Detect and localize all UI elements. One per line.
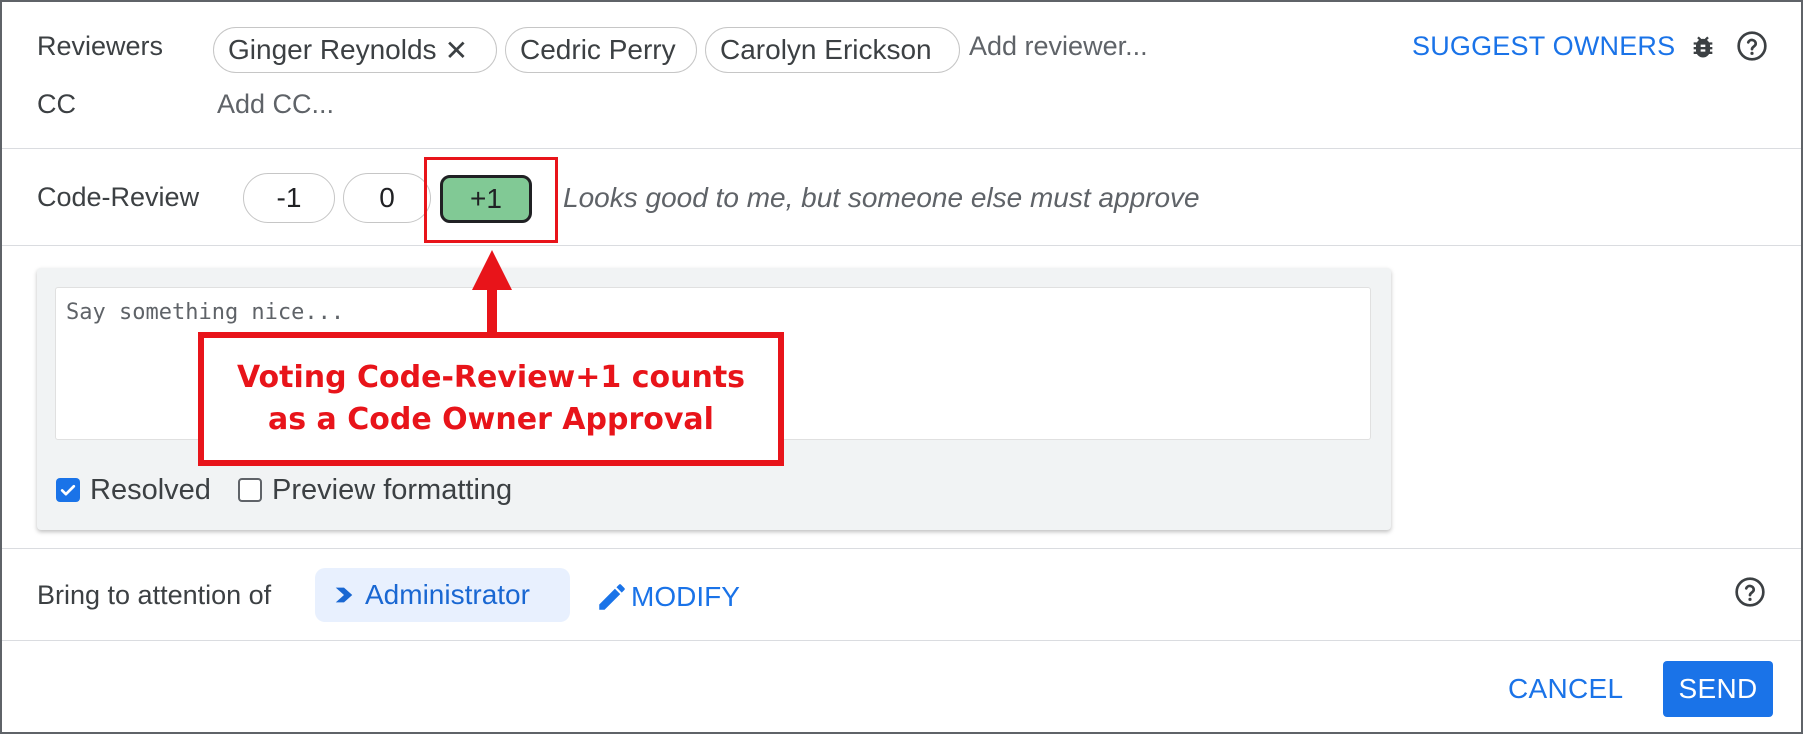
attention-user-name: Administrator	[365, 579, 530, 610]
attention-arrow-icon	[335, 587, 353, 603]
add-cc-input[interactable]: Add CC...	[217, 89, 334, 120]
vote-zero-button[interactable]: 0	[343, 173, 431, 223]
reviewer-chip-cedric-perry[interactable]: Cedric Perry	[505, 27, 697, 73]
modify-label: MODIFY	[631, 581, 740, 612]
reviewer-chip-name: Carolyn Erickson	[720, 34, 932, 65]
divider	[2, 245, 1801, 246]
remove-reviewer-icon[interactable]: ✕	[445, 34, 468, 67]
help-icon[interactable]	[1735, 29, 1769, 63]
divider	[2, 548, 1801, 549]
attention-user-chip[interactable]: Administrator	[315, 568, 570, 622]
modify-attention-button[interactable]: MODIFY	[595, 580, 740, 614]
cc-label: CC	[37, 89, 76, 119]
reviewer-chip-ginger-reynolds[interactable]: Ginger Reynolds ✕	[213, 27, 497, 73]
suggest-owners-button[interactable]: SUGGEST OWNERS	[1412, 31, 1675, 62]
resolved-checkbox[interactable]	[56, 478, 80, 502]
bug-icon[interactable]	[1688, 32, 1718, 62]
annotation-callout: Voting Code-Review+1 counts as a Code Ow…	[198, 332, 784, 466]
annotation-line-1: Voting Code-Review+1 counts	[236, 360, 746, 395]
annotation-arrow-icon	[472, 250, 512, 340]
attention-label: Bring to attention of	[37, 580, 272, 610]
resolved-label[interactable]: Resolved	[90, 474, 211, 507]
divider	[2, 148, 1801, 149]
add-reviewer-input[interactable]: Add reviewer...	[969, 31, 1148, 62]
attention-help-icon[interactable]	[1733, 575, 1767, 609]
comment-placeholder: Say something nice...	[66, 300, 345, 325]
vote-description: Looks good to me, but someone else must …	[563, 182, 1200, 213]
annotation-highlight-box	[424, 157, 558, 243]
reviewer-chip-name: Cedric Perry	[520, 34, 676, 65]
divider	[2, 640, 1801, 641]
annotation-line-2: as a Code Owner Approval	[268, 402, 714, 437]
code-review-label: Code-Review	[37, 182, 200, 212]
reviewer-chip-name: Ginger Reynolds	[228, 34, 437, 65]
checkmark-icon	[60, 484, 76, 496]
preview-formatting-label[interactable]: Preview formatting	[272, 474, 512, 507]
reviewer-chip-carolyn-erickson[interactable]: Carolyn Erickson	[705, 27, 960, 73]
vote-minus-one-button[interactable]: -1	[243, 173, 335, 223]
pencil-icon	[599, 584, 625, 610]
preview-formatting-checkbox[interactable]	[238, 478, 262, 502]
send-button[interactable]: SEND	[1663, 661, 1773, 717]
cancel-button[interactable]: CANCEL	[1508, 673, 1623, 705]
reviewers-label: Reviewers	[37, 31, 164, 61]
